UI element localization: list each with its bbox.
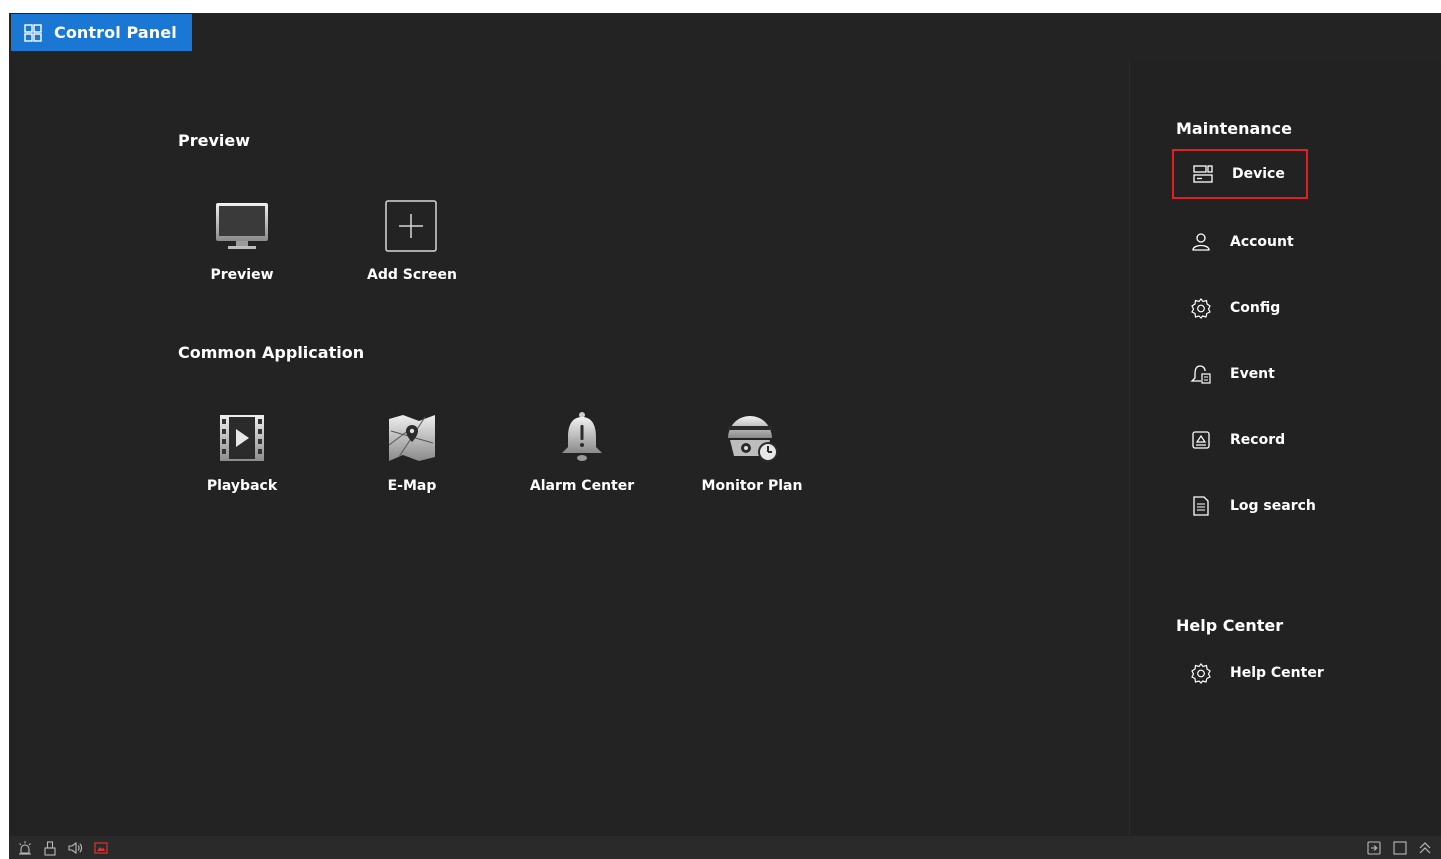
collapse-up-icon[interactable] bbox=[1417, 840, 1433, 856]
maintenance-item-config[interactable]: Config bbox=[1172, 283, 1280, 333]
app-window: Control Panel Preview Preview Add Screen… bbox=[9, 13, 1441, 859]
emap-tile-label: E-Map bbox=[387, 478, 437, 494]
account-label: Account bbox=[1230, 234, 1294, 250]
maximize-icon[interactable] bbox=[1392, 840, 1408, 856]
common-section-title: Common Application bbox=[178, 343, 365, 362]
event-bell-icon bbox=[1190, 363, 1212, 385]
document-icon bbox=[1190, 495, 1212, 517]
preview-tile-label: Preview bbox=[210, 267, 274, 283]
film-play-icon bbox=[214, 410, 270, 466]
gear-icon bbox=[1190, 662, 1212, 684]
event-label: Event bbox=[1230, 366, 1275, 382]
device-icon bbox=[1192, 163, 1214, 185]
help-center-label: Help Center bbox=[1230, 665, 1324, 681]
log-search-label: Log search bbox=[1230, 498, 1316, 514]
status-bar bbox=[9, 836, 1441, 859]
alert-image-icon[interactable] bbox=[93, 840, 109, 856]
bell-icon bbox=[554, 410, 610, 466]
monitor-plan-tile-label: Monitor Plan bbox=[701, 478, 803, 494]
preview-tile[interactable]: Preview bbox=[167, 199, 317, 309]
tab-label: Control Panel bbox=[54, 23, 177, 42]
alarm-light-icon[interactable] bbox=[17, 840, 33, 856]
dome-camera-clock-icon bbox=[724, 410, 780, 466]
record-icon bbox=[1190, 429, 1212, 451]
maintenance-item-log-search[interactable]: Log search bbox=[1172, 481, 1316, 531]
help-center-title: Help Center bbox=[1176, 616, 1284, 635]
add-screen-tile[interactable]: Add Screen bbox=[337, 199, 487, 309]
add-screen-tile-label: Add Screen bbox=[367, 267, 457, 283]
monitor-plan-tile[interactable]: Monitor Plan bbox=[677, 410, 827, 520]
record-label: Record bbox=[1230, 432, 1286, 448]
help-center-item[interactable]: Help Center bbox=[1172, 648, 1324, 698]
grid-icon bbox=[24, 23, 42, 42]
emap-tile[interactable]: E-Map bbox=[337, 410, 487, 520]
playback-tile-label: Playback bbox=[206, 478, 278, 494]
alarm-center-tile[interactable]: Alarm Center bbox=[507, 410, 657, 520]
maintenance-item-record[interactable]: Record bbox=[1172, 415, 1285, 465]
gear-icon bbox=[1190, 297, 1212, 319]
exit-icon[interactable] bbox=[1366, 840, 1382, 856]
maintenance-item-account[interactable]: Account bbox=[1172, 217, 1294, 267]
playback-tile[interactable]: Playback bbox=[167, 410, 317, 520]
user-icon bbox=[1190, 231, 1212, 253]
right-panel: Maintenance Device Account Config Event … bbox=[1129, 60, 1441, 834]
config-label: Config bbox=[1230, 300, 1281, 316]
alarm-center-tile-label: Alarm Center bbox=[529, 478, 635, 494]
maintenance-item-event[interactable]: Event bbox=[1172, 349, 1275, 399]
map-icon bbox=[384, 410, 440, 466]
monitor-icon bbox=[214, 199, 270, 255]
device-label: Device bbox=[1232, 166, 1285, 182]
speaker-icon[interactable] bbox=[67, 840, 83, 856]
maintenance-title: Maintenance bbox=[1176, 119, 1293, 138]
maintenance-item-device[interactable]: Device bbox=[1172, 149, 1308, 199]
preview-section-title: Preview bbox=[178, 131, 251, 150]
usb-icon[interactable] bbox=[42, 840, 58, 856]
plus-box-icon bbox=[384, 199, 440, 255]
tab-control-panel[interactable]: Control Panel bbox=[11, 14, 192, 51]
